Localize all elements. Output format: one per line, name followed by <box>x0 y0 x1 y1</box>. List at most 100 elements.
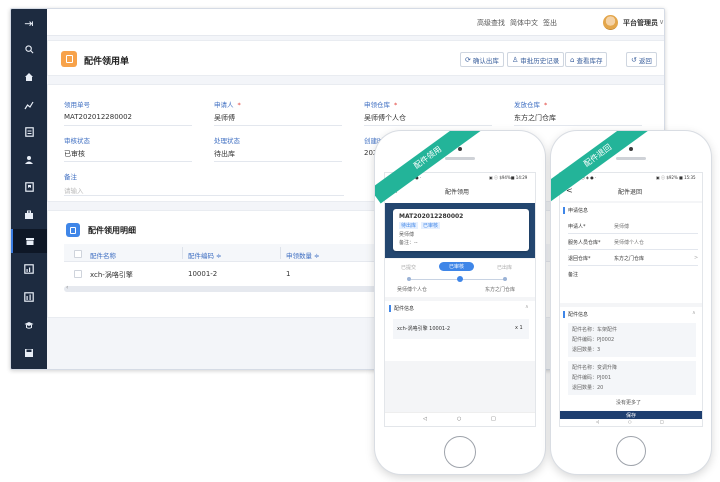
phone2-parts-section: 配件信息 ∧ 配件名称：车架配件 配件编码：PJ0002 退回数量：3 配件名称… <box>560 307 702 411</box>
scroll-left-icon[interactable]: ‹ <box>66 284 68 291</box>
phone1-tag-approved: 已审核 <box>421 222 441 229</box>
phone2-no-more: 没有更多了 <box>616 400 642 406</box>
phone-frame-2: 配件退回 ◎ᵃᶫ ⊙ ⊕ ◷ ◈ ● · ▣ ⓘ $92% ■ 15:35 < … <box>551 131 711 474</box>
column-header-qty[interactable]: 申领数量 ≑ <box>286 250 320 260</box>
chevron-right-icon[interactable]: > <box>694 255 698 261</box>
undo-icon: ↺ <box>631 55 637 64</box>
camera-icon <box>458 147 462 151</box>
phone2-item2-name: 配件名称：变调升降 <box>572 365 618 371</box>
list-icon <box>66 223 80 237</box>
phone2-item1-code: 配件编码：PJ0002 <box>572 337 615 343</box>
advanced-search-link[interactable]: 高级查找 <box>477 18 505 28</box>
detail-title: 配件领用明细 <box>88 226 136 235</box>
approval-history-button[interactable]: ♙ 审批历史记录 <box>507 52 565 67</box>
nav-recent-icon[interactable]: □ <box>660 419 664 424</box>
save-disk-icon[interactable] <box>11 341 47 365</box>
phone2-item1-name: 配件名称：车架配件 <box>572 327 618 333</box>
phone2-service-wh-value[interactable]: 吴师傅个人仓 <box>614 239 644 246</box>
users-icon[interactable] <box>11 148 47 172</box>
remark-input[interactable]: 请输入 <box>64 185 84 195</box>
home-icon[interactable] <box>11 65 47 89</box>
phone2-return-wh-value[interactable]: 东方之门仓库 <box>614 255 644 262</box>
applicant-label: 申请人 * <box>214 101 241 109</box>
phone1-to-warehouse: 东方之门仓库 <box>485 287 516 293</box>
chevron-down-icon[interactable]: ∨ <box>659 18 664 26</box>
back-button[interactable]: ↺ 返回 <box>626 52 657 67</box>
phone2-section1-title: 申请信息 <box>568 208 589 214</box>
phone2-collapse-icon[interactable]: ∧ <box>692 310 696 316</box>
audit-status-value: 已审核 <box>64 150 85 158</box>
applicant-value[interactable]: 吴师傅 <box>214 113 235 123</box>
phone1-item-qty: x 1 <box>515 325 523 331</box>
process-status-label: 处理状态 <box>214 137 240 145</box>
stats-icon[interactable] <box>11 285 47 309</box>
table-row-name: xch-涡咯引擎 <box>90 271 133 279</box>
collapse-menu-icon[interactable]: ⇥ <box>11 11 47 35</box>
speaker-icon <box>616 157 646 160</box>
table-row-code: 10001-2 <box>188 270 218 278</box>
phone1-progress: 已提交 已审核 已出库 吴师傅个人仓 东方之门仓库 <box>385 259 535 297</box>
phone1-nav-bar: ◁ ○ □ <box>385 412 535 426</box>
phone1-person: 吴师傅 <box>399 232 415 238</box>
report-icon[interactable] <box>11 257 47 281</box>
search-icon[interactable] <box>11 37 47 61</box>
horizontal-scrollbar[interactable]: ‹ <box>64 284 394 292</box>
nav-home-icon[interactable]: ○ <box>628 419 632 424</box>
camera-icon <box>629 147 633 151</box>
user-name[interactable]: 平台管理员 <box>623 18 658 28</box>
warehouse-icon: ⌂ <box>570 55 575 64</box>
send-warehouse-label: 发放仓库 * <box>514 101 548 109</box>
phone1-screen: ◎ᵃᶫ ⊙ ⊕ ◷ ◈ ● · ▣ ⓘ $94%■ 14:29 < 配件领用 M… <box>384 172 536 427</box>
phone2-section2-title: 配件信息 <box>568 312 589 318</box>
refresh-icon: ⟳ <box>465 55 471 64</box>
phone1-section-title: 配件信息 <box>394 306 415 312</box>
phone1-collapse-icon[interactable]: ∧ <box>525 304 529 310</box>
nav-back-icon[interactable]: ◁ <box>596 419 599 424</box>
send-warehouse-value[interactable]: 东方之门仓库 <box>514 113 556 123</box>
phone2-home-button[interactable] <box>616 436 646 466</box>
phone2-item2-qty: 退回数量：20 <box>572 385 604 391</box>
phone-frame-1: 配件领用 ◎ᵃᶫ ⊙ ⊕ ◷ ◈ ● · ▣ ⓘ $94%■ 14:29 < 配… <box>375 131 545 474</box>
phone2-nav-bar: ◁ ○ □ <box>560 419 702 426</box>
list-item[interactable]: 配件名称：车架配件 配件编码：PJ0002 退回数量：3 <box>568 323 696 357</box>
bookmark-icon[interactable] <box>11 175 47 199</box>
remark-label: 备注 <box>64 173 77 181</box>
toolbox-icon[interactable] <box>11 203 47 227</box>
column-header-name[interactable]: 配件名称 <box>90 250 116 260</box>
document-icon[interactable] <box>11 120 47 144</box>
confirm-outbound-button[interactable]: ⟳ 确认出库 <box>460 52 504 67</box>
phone2-apply-section: 申请信息 申请人* 吴师傅 服务人员仓库* 吴师傅个人仓 退回仓库* 东方之门仓… <box>560 203 702 303</box>
row-checkbox[interactable] <box>74 270 82 278</box>
phone1-summary-card: MAT202012280002 待出库 已审核 吴师傅 备注：-- <box>393 209 529 251</box>
phone1-from-warehouse: 吴师傅个人仓 <box>397 287 428 293</box>
logout-link[interactable]: 签出 <box>543 18 557 28</box>
process-status-value: 待出库 <box>214 150 235 158</box>
phone2-screen: ◎ᵃᶫ ⊙ ⊕ ◷ ◈ ● · ▣ ⓘ $92% ■ 15:35 < 配件退回 … <box>559 172 703 427</box>
phone2-item1-qty: 退回数量：3 <box>572 347 601 353</box>
doc-no-label: 领用单号 <box>64 101 90 109</box>
list-item[interactable]: 配件名称：变调升降 配件编码：PJ001 退回数量：20 <box>568 361 696 395</box>
out-warehouse-value[interactable]: 吴师傅个人仓 <box>364 113 406 123</box>
inventory-icon[interactable] <box>11 229 47 253</box>
nav-recent-icon[interactable]: □ <box>491 416 496 422</box>
select-all-checkbox[interactable] <box>74 250 82 258</box>
sidebar: ⇥ <box>11 9 47 369</box>
phone1-status-bar-right: ▣ ⓘ $94%■ 14:29 <box>489 175 528 180</box>
view-stock-button[interactable]: ⌂ 查看库存 <box>565 52 608 67</box>
phone1-step-out: 已出库 <box>497 265 513 271</box>
list-item[interactable]: xch-涡咯引擎 10001-2 x 1 <box>393 319 529 339</box>
avatar[interactable] <box>603 15 618 30</box>
doc-no-value: MAT202012280002 <box>64 113 133 121</box>
nav-back-icon[interactable]: ◁ <box>423 416 427 422</box>
column-header-code[interactable]: 配件编码 ≑ <box>188 250 222 260</box>
phone2-remark-label: 备注 <box>568 272 579 278</box>
speaker-icon <box>445 157 475 160</box>
phone1-home-button[interactable] <box>444 436 476 468</box>
phone1-tag-pending: 待出库 <box>399 222 419 229</box>
chart-icon[interactable] <box>11 93 47 117</box>
nav-home-icon[interactable]: ○ <box>457 416 461 422</box>
phone2-applicant-value[interactable]: 吴师傅 <box>614 223 629 230</box>
phone1-item-name: xch-涡咯引擎 10001-2 <box>397 326 451 332</box>
graduation-icon[interactable] <box>11 313 47 337</box>
language-switch[interactable]: 简体中文 <box>510 18 538 28</box>
